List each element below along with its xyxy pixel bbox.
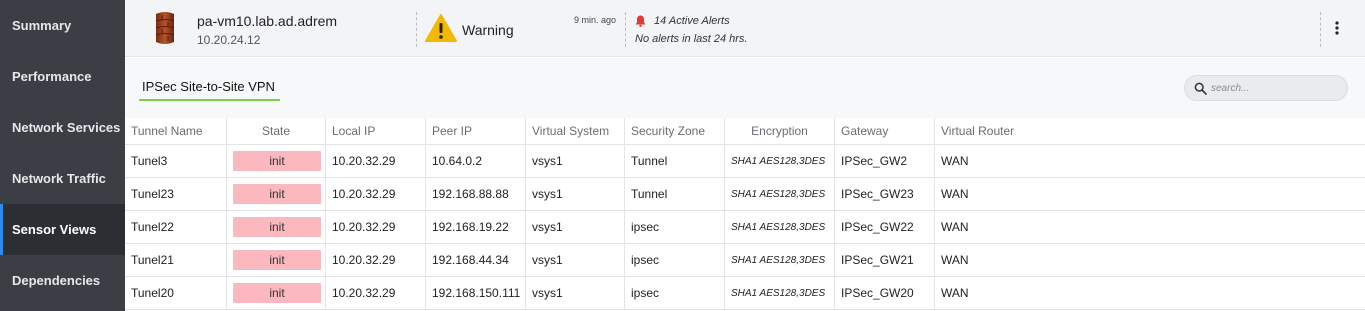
status-badge: init <box>233 184 321 204</box>
status-badge: init <box>233 250 321 270</box>
sidebar-item-dependencies[interactable]: Dependencies <box>0 255 125 306</box>
cell-virtual-system: vsys1 <box>526 145 625 178</box>
cell-local-ip: 10.20.32.29 <box>326 244 426 277</box>
column-header-peer-ip[interactable]: Peer IP <box>426 118 526 145</box>
more-options-icon[interactable] <box>1330 18 1344 38</box>
column-header-tunnel-name[interactable]: Tunnel Name <box>125 118 227 145</box>
column-header-security-zone[interactable]: Security Zone <box>625 118 725 145</box>
table-row[interactable]: Tunel21 init 10.20.32.29 192.168.44.34 v… <box>125 244 1365 277</box>
cell-local-ip: 10.20.32.29 <box>326 277 426 310</box>
status-time: 9 min. ago <box>574 15 617 25</box>
cell-tunnel-name: Tunel23 <box>125 178 227 211</box>
cell-local-ip: 10.20.32.29 <box>326 211 426 244</box>
cell-encryption: SHA1 AES128,3DES <box>725 145 835 178</box>
cell-tunnel-name: Tunel20 <box>125 277 227 310</box>
cell-peer-ip: 192.168.150.111 <box>426 277 526 310</box>
cell-security-zone: ipsec <box>625 211 725 244</box>
tab-ipsec-site-to-site-vpn[interactable]: IPSec Site-to-Site VPN <box>142 79 275 94</box>
table-row[interactable]: Tunel3 init 10.20.32.29 10.64.0.2 vsys1 … <box>125 145 1365 178</box>
cell-peer-ip: 192.168.44.34 <box>426 244 526 277</box>
cell-encryption: SHA1 AES128,3DES <box>725 277 835 310</box>
status-label: Warning <box>462 22 514 38</box>
table-header: Tunnel Name State Local IP Peer IP Virtu… <box>125 118 1365 145</box>
cell-state: init <box>227 277 326 310</box>
table-row[interactable]: Tunel20 init 10.20.32.29 192.168.150.111… <box>125 277 1365 310</box>
cell-security-zone: ipsec <box>625 244 725 277</box>
search-box[interactable] <box>1184 75 1348 101</box>
cell-peer-ip: 192.168.88.88 <box>426 178 526 211</box>
cell-local-ip: 10.20.32.29 <box>326 178 426 211</box>
cell-state: init <box>227 145 326 178</box>
cell-virtual-system: vsys1 <box>526 178 625 211</box>
main-panel: pa-vm10.lab.ad.adrem 10.20.24.12 Warning… <box>125 0 1365 311</box>
sidebar-item-summary[interactable]: Summary <box>0 0 125 51</box>
status-badge: init <box>233 283 321 303</box>
cell-peer-ip: 192.168.19.22 <box>426 211 526 244</box>
cell-virtual-system: vsys1 <box>526 277 625 310</box>
cell-peer-ip: 10.64.0.2 <box>426 145 526 178</box>
cell-tunnel-name: Tunel22 <box>125 211 227 244</box>
device-name: pa-vm10.lab.ad.adrem <box>197 13 338 29</box>
cell-security-zone: Tunnel <box>625 178 725 211</box>
cell-gateway: IPSec_GW21 <box>835 244 935 277</box>
table-row[interactable]: Tunel22 init 10.20.32.29 192.168.19.22 v… <box>125 211 1365 244</box>
sidebar-item-sensor-views[interactable]: Sensor Views <box>0 204 125 255</box>
warning-icon <box>425 14 457 42</box>
tab-bar: IPSec Site-to-Site VPN <box>125 58 1365 118</box>
search-input[interactable] <box>1211 80 1341 97</box>
cell-local-ip: 10.20.32.29 <box>326 145 426 178</box>
sidebar-item-network-services[interactable]: Network Services <box>0 102 125 153</box>
alerts-history-text: No alerts in last 24 hrs. <box>635 33 748 45</box>
column-header-encryption[interactable]: Encryption <box>725 118 835 145</box>
header-divider <box>625 12 626 47</box>
cell-gateway: IPSec_GW23 <box>835 178 935 211</box>
cell-state: init <box>227 178 326 211</box>
cell-encryption: SHA1 AES128,3DES <box>725 211 835 244</box>
cell-virtual-system: vsys1 <box>526 244 625 277</box>
column-header-virtual-system[interactable]: Virtual System <box>526 118 625 145</box>
cell-tunnel-name: Tunel21 <box>125 244 227 277</box>
cell-security-zone: ipsec <box>625 277 725 310</box>
status-badge: init <box>233 217 321 237</box>
cell-security-zone: Tunnel <box>625 145 725 178</box>
sidebar-item-performance[interactable]: Performance <box>0 51 125 102</box>
device-header: pa-vm10.lab.ad.adrem 10.20.24.12 Warning… <box>125 0 1365 57</box>
cell-virtual-router: WAN <box>941 187 969 201</box>
table-row[interactable]: Tunel23 init 10.20.32.29 192.168.88.88 v… <box>125 178 1365 211</box>
cell-gateway: IPSec_GW20 <box>835 277 935 310</box>
active-tab-indicator <box>139 99 280 101</box>
firewall-icon <box>155 12 175 44</box>
cell-virtual-router: WAN <box>941 286 969 300</box>
status-badge: init <box>233 151 321 171</box>
cell-virtual-router: WAN <box>941 220 969 234</box>
header-divider <box>1320 12 1321 47</box>
sidebar-item-network-traffic[interactable]: Network Traffic <box>0 153 125 204</box>
sidebar: Summary Performance Network Services Net… <box>0 0 125 311</box>
column-header-virtual-router[interactable]: Virtual Router <box>935 118 1035 145</box>
active-alerts-count[interactable]: 14 Active Alerts <box>654 15 730 27</box>
column-header-state[interactable]: State <box>227 118 326 145</box>
cell-virtual-system: vsys1 <box>526 211 625 244</box>
cell-state: init <box>227 211 326 244</box>
cell-gateway: IPSec_GW22 <box>835 211 935 244</box>
cell-encryption: SHA1 AES128,3DES <box>725 178 835 211</box>
search-icon <box>1194 82 1207 95</box>
cell-gateway: IPSec_GW2 <box>835 145 935 178</box>
cell-virtual-router: WAN <box>941 253 969 267</box>
vpn-tunnels-table: Tunnel Name State Local IP Peer IP Virtu… <box>125 118 1365 310</box>
cell-state: init <box>227 244 326 277</box>
cell-virtual-router: WAN <box>941 154 969 168</box>
column-header-gateway[interactable]: Gateway <box>835 118 935 145</box>
header-divider <box>416 12 417 47</box>
cell-encryption: SHA1 AES128,3DES <box>725 244 835 277</box>
cell-tunnel-name: Tunel3 <box>125 145 227 178</box>
device-ip: 10.20.24.12 <box>197 33 261 47</box>
bell-icon <box>635 15 646 27</box>
column-header-local-ip[interactable]: Local IP <box>326 118 426 145</box>
